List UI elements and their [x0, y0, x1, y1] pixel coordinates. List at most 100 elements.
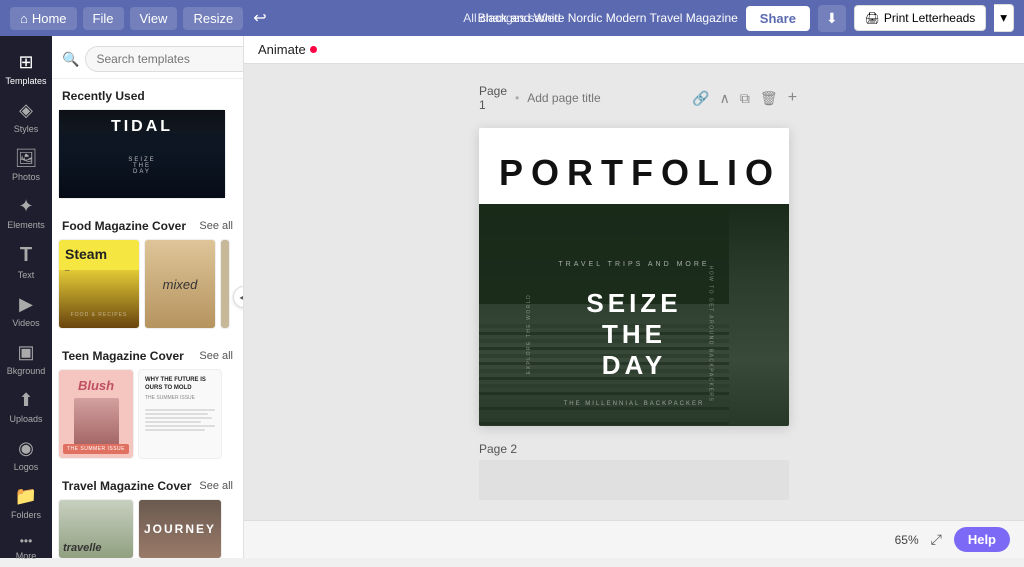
- help-button[interactable]: Help: [954, 527, 1010, 552]
- side-left-text: EXPLORE THE WORLD: [526, 294, 532, 374]
- uploads-icon: ⬆: [18, 390, 33, 411]
- blush-template-thumb[interactable]: Blush THE SUMMER ISSUE: [58, 369, 134, 459]
- home-label: Home: [32, 11, 67, 26]
- recently-used-template[interactable]: TIDAL SEIZE THE DAY: [58, 109, 226, 199]
- resize-label: Resize: [193, 11, 233, 26]
- share-button[interactable]: Share: [746, 6, 810, 31]
- travel-see-all-link[interactable]: See all: [199, 480, 233, 492]
- download-button[interactable]: ⬇: [818, 5, 846, 32]
- print-button[interactable]: 🖨 Print Letterheads: [854, 5, 987, 31]
- sidebar-item-templates[interactable]: ⊞ Templates: [0, 44, 52, 92]
- steam-template-thumb[interactable]: Steam _ FOOD & RECIPES: [58, 239, 140, 329]
- side-right-text: HOW TO GET AROUND BACKPACKERS: [708, 266, 714, 403]
- page1-up-button[interactable]: ∧: [718, 87, 732, 109]
- page2-preview: [479, 460, 789, 500]
- styles-label: Styles: [14, 124, 39, 134]
- steam-subtitle: _: [65, 262, 133, 271]
- zoom-level: 65%: [895, 533, 919, 547]
- sidebar-item-text[interactable]: T Text: [0, 236, 52, 286]
- main-layout: ⊞ Templates ◈ Styles 🖼 Photos ✦ Elements…: [0, 36, 1024, 558]
- food-template-grid: Steam _ FOOD & RECIPES mixed: [52, 239, 243, 339]
- page2-area: Page 2: [479, 442, 789, 500]
- more-icon: •••: [20, 534, 33, 548]
- canvas-scroll[interactable]: Page 1 • 🔗 ∧ ⧉ 🗑 + PORTFOLIO: [244, 64, 1024, 520]
- travel-section-title: Travel Magazine Cover: [62, 479, 191, 493]
- third-template-thumb[interactable]: [220, 239, 230, 329]
- view-label: View: [140, 11, 168, 26]
- teen-see-all-link[interactable]: See all: [199, 350, 233, 362]
- search-icon: 🔍: [62, 51, 79, 68]
- travelle-template-thumb[interactable]: travelle: [58, 499, 134, 558]
- travelle-title: travelle: [63, 542, 102, 554]
- resize-button[interactable]: Resize: [183, 7, 243, 30]
- templates-panel: 🔍 ⚙ Recently Used TIDAL SEIZE THE DAY: [52, 36, 244, 558]
- sidebar-item-styles[interactable]: ◈ Styles: [0, 92, 52, 140]
- teen-template-grid: Blush THE SUMMER ISSUE WHY THE FUTURE IS…: [52, 369, 243, 469]
- view-button[interactable]: View: [130, 7, 178, 30]
- templates-search-bar: 🔍 ⚙: [52, 36, 243, 79]
- sidebar-item-videos[interactable]: ▶ Videos: [0, 286, 52, 334]
- home-button[interactable]: ⌂ Home: [10, 7, 77, 30]
- fullscreen-button[interactable]: ⤢: [927, 529, 946, 550]
- mixed-template-thumb[interactable]: mixed: [144, 239, 216, 329]
- background-icon: ▣: [17, 342, 34, 363]
- sidebar-item-more[interactable]: ••• More: [0, 526, 52, 567]
- undo-button[interactable]: ↩: [249, 4, 270, 32]
- templates-scroll[interactable]: Recently Used TIDAL SEIZE THE DAY Food M…: [52, 79, 243, 558]
- videos-icon: ▶: [19, 294, 33, 315]
- page1-delete-button[interactable]: 🗑: [758, 87, 780, 109]
- file-label: File: [93, 11, 114, 26]
- templates-label: Templates: [5, 76, 46, 86]
- top-bar: ⌂ Home File View Resize ↩ All changes sa…: [0, 0, 1024, 36]
- sidebar-item-folders[interactable]: 📁 Folders: [0, 478, 52, 526]
- magazine-image-section: TRAVEL TRIPS AND MORE SEIZE THE DAY THE …: [479, 204, 789, 426]
- canvas-toolbar: Animate: [244, 36, 1024, 64]
- videos-label: Videos: [12, 318, 39, 328]
- why-future-title: WHY THE FUTURE IS OURS TO MOLD: [145, 376, 215, 393]
- teen-section-title: Teen Magazine Cover: [62, 349, 184, 363]
- travel-trips-text: TRAVEL TRIPS AND MORE: [558, 261, 709, 268]
- blush-title: Blush: [78, 378, 114, 393]
- seize-the-day-text: SEIZE THE DAY: [586, 288, 681, 382]
- text-icon: T: [20, 244, 32, 267]
- animate-dot: [310, 46, 317, 53]
- sidebar-item-background[interactable]: ▣ Bkground: [0, 334, 52, 382]
- search-input[interactable]: [85, 46, 244, 72]
- icon-sidebar: ⊞ Templates ◈ Styles 🖼 Photos ✦ Elements…: [0, 36, 52, 558]
- top-bar-left: ⌂ Home File View Resize ↩: [10, 4, 271, 32]
- page1-link-button[interactable]: 🔗: [690, 87, 711, 109]
- logos-label: Logos: [14, 462, 39, 472]
- uploads-label: Uploads: [9, 414, 42, 424]
- food-see-all-link[interactable]: See all: [199, 220, 233, 232]
- travel-section-header: Travel Magazine Cover See all: [52, 469, 243, 499]
- sidebar-item-elements[interactable]: ✦ Elements: [0, 188, 52, 236]
- mixed-title: mixed: [163, 277, 198, 292]
- file-button[interactable]: File: [83, 7, 124, 30]
- journey-template-thumb[interactable]: JOURNEY: [138, 499, 222, 558]
- background-label: Bkground: [7, 366, 46, 376]
- download-icon: ⬇: [826, 10, 838, 26]
- animate-button[interactable]: Animate: [258, 42, 317, 57]
- page1-actions: 🔗 ∧ ⧉ 🗑 +: [690, 87, 799, 109]
- page1-copy-button[interactable]: ⧉: [738, 87, 752, 109]
- folders-icon: 📁: [15, 486, 37, 507]
- print-dropdown-button[interactable]: ▾: [994, 4, 1014, 32]
- page1-label: Page 1: [479, 84, 507, 112]
- text-label: Text: [18, 270, 35, 280]
- sidebar-item-uploads[interactable]: ⬆ Uploads: [0, 382, 52, 430]
- sidebar-item-logos[interactable]: ◉ Logos: [0, 430, 52, 478]
- templates-icon: ⊞: [18, 52, 33, 73]
- steam-title: Steam: [65, 246, 133, 262]
- magazine-top: PORTFOLIO: [479, 128, 789, 204]
- magazine-title: PORTFOLIO: [499, 152, 769, 194]
- why-future-template-thumb[interactable]: WHY THE FUTURE IS OURS TO MOLD THE SUMME…: [138, 369, 222, 459]
- page1-title-input[interactable]: [527, 91, 682, 105]
- print-icon: 🖨: [865, 11, 880, 25]
- photos-icon: 🖼: [15, 148, 38, 169]
- travel-template-grid: travelle JOURNEY: [52, 499, 243, 558]
- styles-icon: ◈: [19, 100, 33, 121]
- folders-label: Folders: [11, 510, 41, 520]
- page2-label: Page 2: [479, 442, 789, 456]
- sidebar-item-photos[interactable]: 🖼 Photos: [0, 140, 52, 188]
- page1-add-button[interactable]: +: [786, 87, 799, 109]
